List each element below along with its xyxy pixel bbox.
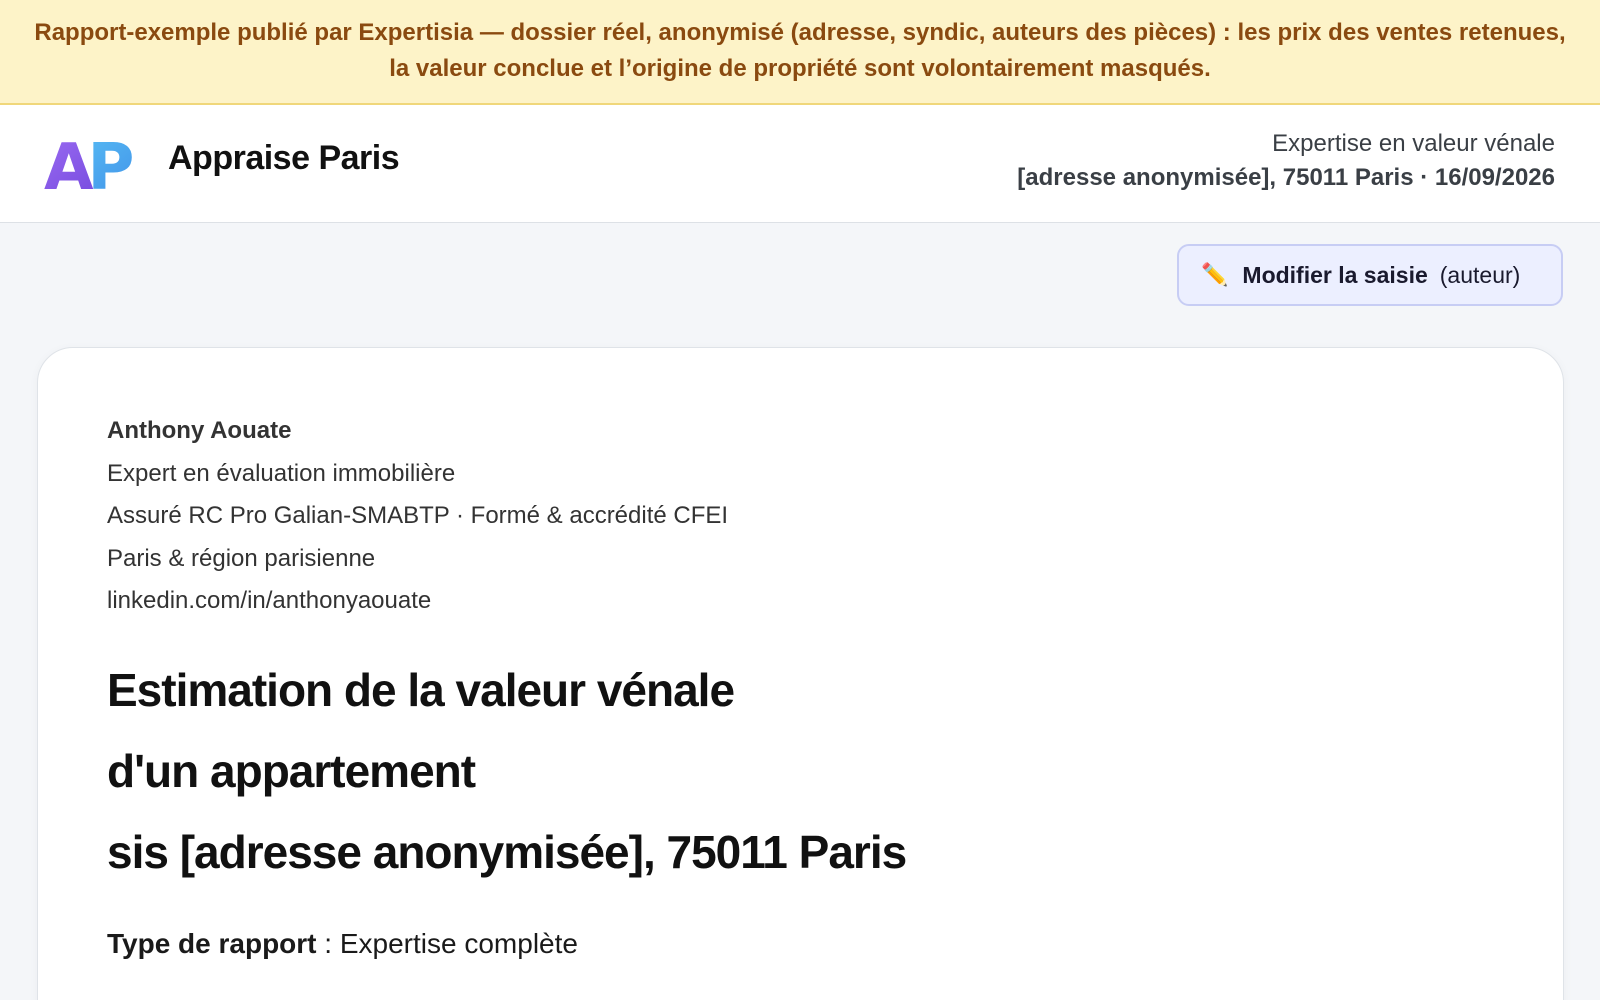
logo-letter-a: AP bbox=[44, 133, 134, 195]
author-insurance: Assuré RC Pro Galian-SMABTP · Formé & ac… bbox=[107, 502, 729, 529]
report-type-key: Type de rapport bbox=[107, 928, 317, 959]
header: AP Appraise Paris Expertise en valeur vé… bbox=[0, 105, 1600, 223]
banner-text: Rapport-exemple publié par Expertisia — … bbox=[34, 19, 1566, 82]
edit-button-suffix: (auteur) bbox=[1439, 261, 1521, 288]
brand-name[interactable]: Appraise Paris bbox=[168, 139, 400, 178]
anonymization-banner: Rapport-exemple publié par Expertisia — … bbox=[0, 0, 1600, 105]
edit-input-button[interactable]: ✏️ Modifier la saisie (auteur) bbox=[1177, 244, 1563, 306]
title-line-3: sis [adresse anonymisée], 75011 Paris bbox=[107, 826, 907, 878]
author-linkedin[interactable]: linkedin.com/in/anthonyaouate bbox=[107, 580, 728, 623]
author-name: Anthony Aouate bbox=[107, 417, 292, 444]
pencil-icon: ✏️ bbox=[1201, 262, 1229, 287]
report-meta: Expertise en valeur vénale [adresse anon… bbox=[1017, 127, 1555, 195]
title-line-2: d'un appartement bbox=[107, 745, 476, 797]
document-title: Estimation de la valeur vénale d'un appa… bbox=[107, 650, 907, 893]
author-title: Expert en évaluation immobilière bbox=[107, 459, 456, 487]
author-block: Anthony Aouate Expert en évaluation immo… bbox=[107, 410, 728, 623]
app-logo[interactable]: AP bbox=[42, 133, 146, 195]
edit-button-label: Modifier la saisie bbox=[1242, 261, 1428, 288]
title-line-1: Estimation de la valeur vénale bbox=[107, 664, 735, 716]
report-card: Anthony Aouate Expert en évaluation immo… bbox=[37, 347, 1564, 1000]
report-type: Expertise en valeur vénale bbox=[1272, 130, 1555, 157]
report-type-value: Expertise complète bbox=[339, 928, 578, 959]
author-region: Paris & région parisienne bbox=[107, 544, 376, 572]
report-type-line: Type de rapport : Expertise complète bbox=[107, 928, 578, 960]
report-type-separator: : bbox=[316, 928, 340, 959]
report-address-date: [adresse anonymisée], 75011 Paris · 16/0… bbox=[1017, 164, 1555, 191]
